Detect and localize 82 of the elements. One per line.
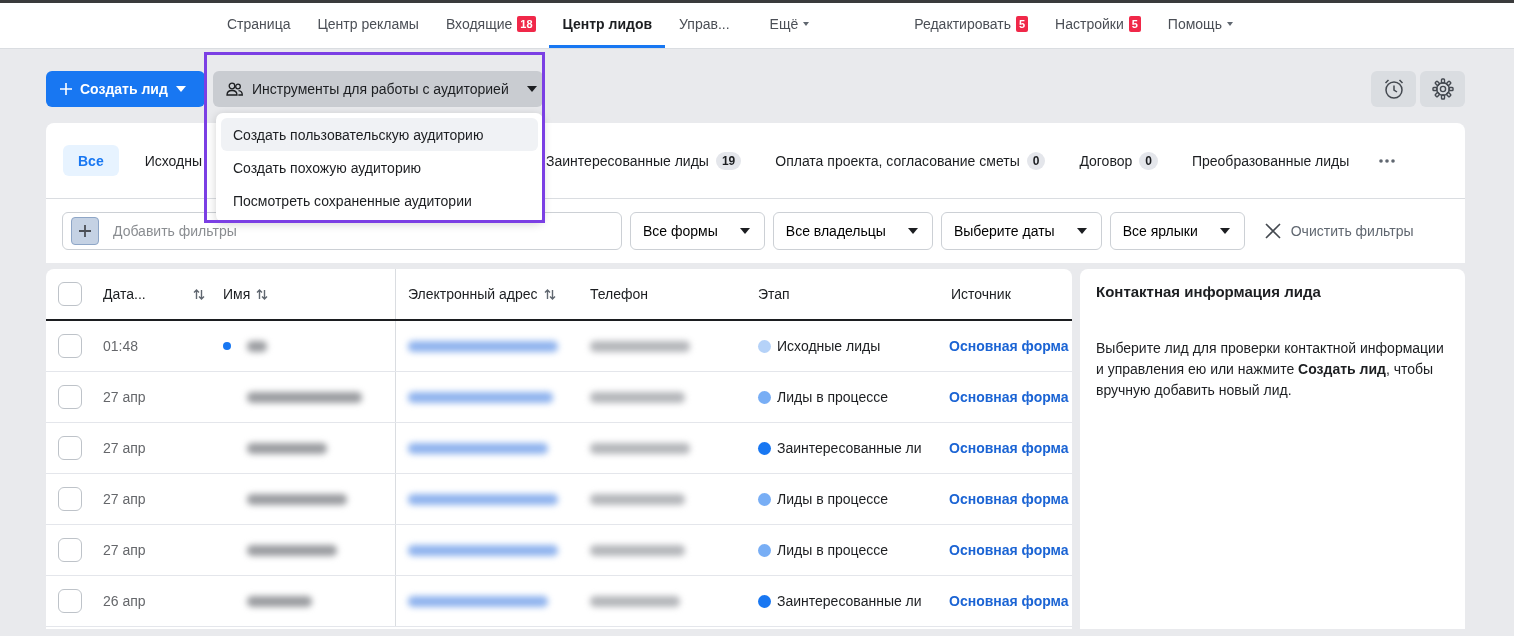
nav-tab[interactable]: Редактировать 5 [900,3,1042,48]
settings-button[interactable] [1420,71,1465,107]
count-badge: 18 [517,16,536,32]
date-text: 01:48 [103,338,139,354]
add-filter-button[interactable] [71,217,99,245]
filter-dropdown[interactable]: Все ярлыки [1109,212,1245,250]
plus-icon [79,225,91,237]
nav-tab[interactable]: Центр рекламы [303,3,432,48]
stage-text: Лиды в процессе [777,491,889,507]
date-text: 27 апр [103,542,146,558]
column-header[interactable]: Этап [758,286,790,302]
caret-icon [803,22,810,26]
settings-icon [1431,78,1454,100]
panel-text: Выберите лид для проверки контактной информации и управления ею или нажмите Создать лид, чтобы вручную добавить новый лид. [1096,339,1445,400]
filter-input[interactable]: Добавить фильтры [111,222,613,240]
row-checkbox[interactable] [58,334,82,358]
nav-tab[interactable]: Страница [213,3,304,48]
nav-tab[interactable]: Настройки 5 [1041,3,1154,48]
column-header[interactable]: Дата... [103,286,146,302]
caret-icon [1219,228,1230,234]
caret-icon [526,86,537,92]
column-header[interactable]: Источник [951,286,1011,302]
stage-tab[interactable]: Все [63,145,119,176]
filter-dropdown[interactable]: Все владельцы [772,212,933,250]
blurred-name [247,340,267,352]
stage-text: Заинтересованные ли [777,440,922,456]
caret-icon [1226,22,1233,26]
count-badge: 19 [715,151,742,170]
menu-item[interactable]: Создать пользовательскую аудиторию [221,118,538,151]
date-text: 27 апр [103,389,146,405]
filter-dropdown[interactable]: Выберите даты [940,212,1102,250]
count-badge: 0 [1026,151,1046,170]
source-link[interactable]: Основная форма [949,338,1069,354]
stage-tab[interactable]: Исходны [132,145,215,176]
stage-tab[interactable]: Договор 0 [1067,145,1170,176]
column-header[interactable]: Электронный адрес [408,286,538,302]
column-header[interactable]: Имя [223,286,251,302]
source-link[interactable]: Основная форма [949,542,1069,558]
date-text: 26 апр [103,593,146,609]
create-lead-button[interactable]: Создать лид [46,71,205,107]
caret-icon [175,86,186,92]
more-icon[interactable] [1379,158,1396,163]
row-checkbox[interactable] [58,385,82,409]
stage-text: Лиды в процессе [777,389,889,405]
caret-icon [907,228,918,234]
plus-icon [60,83,72,95]
source-link[interactable]: Основная форма [949,389,1069,405]
nav-tab[interactable]: Ещё [755,3,823,48]
row-checkbox[interactable] [58,538,82,562]
stage-text: Исходные лиды [777,338,881,354]
stage-tab[interactable]: Оплата проекта, согласование сметы 0 [763,145,1058,176]
filter-field[interactable]: Добавить фильтры [62,212,622,250]
row-checkbox[interactable] [58,487,82,511]
nav-tab[interactable]: Центр лидов [548,3,666,48]
clear-filters-button[interactable]: Очистить фильтры [1258,222,1420,240]
date-text: 27 апр [103,491,146,507]
count-badge: 0 [1139,151,1158,170]
source-link[interactable]: Основная форма [949,491,1069,507]
alarm-clock-button[interactable] [1371,71,1416,107]
caret-icon [1076,228,1087,234]
stage-tab[interactable]: Преобразованные лиды [1179,145,1362,176]
row-checkbox[interactable] [58,436,82,460]
stage-text: Лиды в процессе [777,542,889,558]
count-badge: 5 [1128,16,1141,32]
nav-tab[interactable]: Управ... [665,3,756,48]
audience-tools-button[interactable]: Инструменты для работы с аудиторией [213,71,543,107]
nav-tab[interactable]: Помощь [1153,3,1246,48]
nav-tab[interactable]: Входящие 18 [431,3,549,48]
count-badge: 5 [1015,16,1029,32]
caret-icon [739,228,750,234]
stage-text: Заинтересованные ли [777,593,922,609]
source-link[interactable]: Основная форма [949,593,1069,609]
row-checkbox[interactable] [58,589,82,613]
column-header[interactable]: Телефон [590,286,649,302]
close-icon [1264,223,1281,239]
select-all-checkbox[interactable] [58,282,82,306]
alarm-clock-icon [1382,78,1405,100]
filter-dropdown[interactable]: Все формы [630,212,765,250]
panel-title: Контактная информация лида [1096,283,1322,300]
people-icon [226,82,243,96]
source-link[interactable]: Основная форма [949,440,1069,456]
date-text: 27 апр [103,440,146,456]
